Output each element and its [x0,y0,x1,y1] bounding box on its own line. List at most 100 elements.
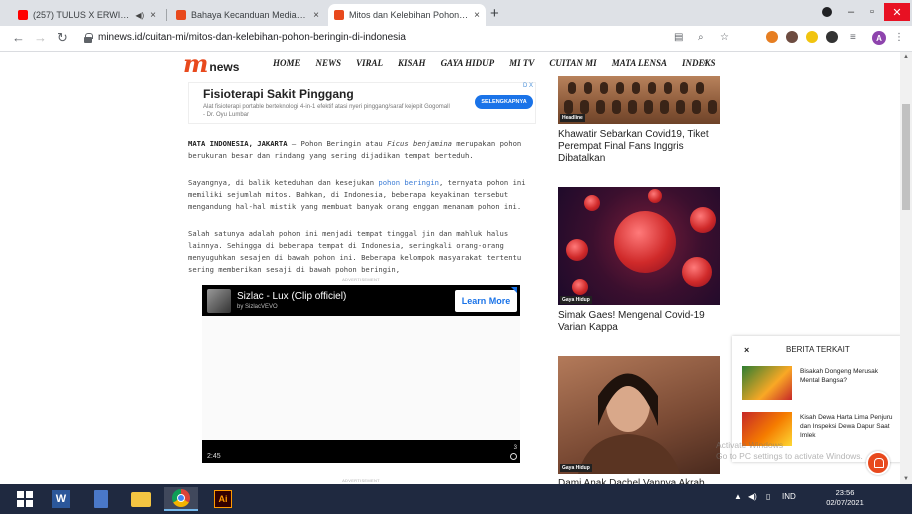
tab-close-icon[interactable]: × [150,10,156,21]
news-card-image[interactable]: Gaya Hidup [558,187,720,305]
scroll-up-icon[interactable]: ▲ [903,54,909,60]
browser-tab-youtube[interactable]: (257) TULUS X ERWIN GUTA ◀) × [12,4,162,26]
advertisement-label: ADVERTISEMENT [342,478,380,483]
start-button[interactable] [8,487,42,511]
bookmark-star-icon[interactable]: ☆ [720,32,729,43]
tray-arrow-icon[interactable]: ▲ [734,492,742,501]
extension-puzzle-icon[interactable] [826,31,838,43]
tab-title: (257) TULUS X ERWIN GUTA [33,10,131,20]
back-arrow-icon[interactable]: ← [12,30,25,45]
ad-banner[interactable]: Fisioterapi Sakit Pinggang Alat fisioter… [188,82,536,124]
ad-title[interactable]: Fisioterapi Sakit Pinggang [203,87,354,101]
maximize-button[interactable]: ▫ [862,3,882,21]
translate-icon[interactable]: ▤ [674,32,683,43]
nav-mata-lensa[interactable]: MATA LENSA [612,58,667,68]
browser-tab-bahaya[interactable]: Bahaya Kecanduan Media Sosial × [170,4,325,26]
close-icon[interactable]: × [744,345,749,355]
extension-icon[interactable] [786,31,798,43]
taskbar-file[interactable] [84,487,118,511]
info-icon[interactable] [510,453,517,460]
nav-news[interactable]: NEWS [316,58,342,68]
related-item-title[interactable]: Kisah Dewa Harta Lima Penjuru dan Inspek… [800,413,896,440]
windows-taskbar: W Ai ▲ ◀) ▯ IND 23:56 02/07/2021 [0,484,912,514]
nav-viral[interactable]: VIRAL [356,58,383,68]
battery-icon[interactable]: ▯ [766,492,770,501]
adchoices-icon[interactable]: D X [523,83,533,89]
category-tag[interactable]: Gaya Hidup [560,464,592,472]
ad-cta-button[interactable]: SELENGKAPNYA [475,95,533,109]
close-window-button[interactable]: ✕ [884,3,910,21]
article-paragraph: Sayangnya, di balik keteduhan dan keseju… [188,178,526,211]
browser-tab-strip: (257) TULUS X ERWIN GUTA ◀) × Bahaya Kec… [0,0,912,26]
reload-icon[interactable]: ↻ [57,30,68,46]
volume-icon[interactable]: ◀) [748,492,757,501]
extension-icon[interactable] [766,31,778,43]
ad-count: 3 [513,445,517,451]
page-scrollbar[interactable]: ▲ ▼ [900,52,912,484]
nav-mi-tv[interactable]: MI TV [509,58,534,68]
system-clock[interactable]: 23:56 02/07/2021 [820,488,870,508]
scientific-name: Ficus benjamina [387,139,452,148]
language-indicator[interactable]: IND [782,492,796,501]
scroll-down-icon[interactable]: ▼ [903,476,909,482]
advertisement-label: ADVERTISEMENT [342,277,380,282]
tab-title: Mitos dan Kelebihan Pohon Berin [349,10,468,20]
extension-icon[interactable] [806,31,818,43]
minews-favicon-icon [176,10,186,20]
article-link[interactable]: pohon beringin [378,178,439,187]
chrome-icon [172,489,190,507]
minews-favicon-icon [334,10,344,20]
news-card-image[interactable]: Headline [558,76,720,124]
new-tab-button[interactable]: + [490,5,499,22]
reading-list-icon[interactable]: ≡ [850,32,856,43]
video-timer: 2:45 [207,453,221,460]
minews-logo[interactable]: m news [183,52,239,76]
taskbar-illustrator[interactable]: Ai [206,487,240,511]
browser-tab-mitos[interactable]: Mitos dan Kelebihan Pohon Berin × [328,4,486,26]
video-channel: by SizlacVEVO [237,304,278,310]
profile-avatar[interactable]: A [872,31,886,45]
scrollbar-thumb[interactable] [902,104,910,210]
news-card-image[interactable]: Gaya Hidup [558,356,720,474]
adchoices-icon[interactable] [511,287,517,293]
news-card-title[interactable]: Khawatir Sebarkan Covid19, Tiket Perempa… [558,129,723,165]
taskbar-chrome[interactable] [164,487,198,511]
learn-more-button[interactable]: Learn More [455,290,517,312]
video-player[interactable]: Sizlac - Lux (Clip officiel) by SizlacVE… [202,285,520,463]
forward-arrow-icon[interactable]: → [34,30,47,45]
category-tag[interactable]: Headline [560,114,585,122]
notification-bell-icon[interactable] [866,451,890,475]
profile-indicator-icon[interactable] [822,7,832,17]
news-card-title[interactable]: Simak Gaes! Mengenal Covid-19 Varian Kap… [558,310,723,334]
nav-indeks[interactable]: INDEKS [682,58,716,68]
activate-windows-watermark: Activate Windows Go to PC settings to ac… [716,440,863,461]
video-screen[interactable] [202,316,520,440]
search-icon[interactable]: ⌕ [703,56,709,69]
dateline: MATA INDONESIA, JAKARTA [188,139,288,148]
nav-gaya-hidup[interactable]: GAYA HIDUP [441,58,495,68]
nav-cuitan-mi[interactable]: CUITAN MI [549,58,596,68]
video-title[interactable]: Sizlac - Lux (Clip officiel) [237,291,346,302]
related-thumbnail[interactable] [742,366,792,400]
zoom-icon[interactable]: ⌕ [698,32,704,43]
tab-close-icon[interactable]: × [474,10,480,21]
related-item-title[interactable]: Bisakah Dongeng Merusak Mental Bangsa? [800,367,896,385]
channel-avatar[interactable] [207,289,231,313]
menu-kebab-icon[interactable]: ⋮ [894,32,904,43]
category-tag[interactable]: Gaya Hidup [560,296,592,304]
speaker-icon[interactable]: ◀) [135,11,144,20]
document-icon [94,490,108,508]
url-text[interactable]: minews.id/cuitan-mi/mitos-dan-kelebihan-… [98,32,406,43]
tab-close-icon[interactable]: × [313,10,319,21]
address-bar[interactable]: minews.id/cuitan-mi/mitos-dan-kelebihan-… [78,29,748,49]
virus-illustration [614,211,676,273]
taskbar-word[interactable]: W [44,487,78,511]
article-paragraph: Salah satunya adalah pohon ini menjadi t… [188,229,522,274]
nav-home[interactable]: HOME [273,58,301,68]
minimize-button[interactable]: – [840,3,862,21]
taskbar-explorer[interactable] [124,487,158,511]
ad-description: Alat fisioterapi portable berteknologi 4… [203,104,450,118]
nav-kisah[interactable]: KISAH [398,58,426,68]
lock-icon[interactable] [84,33,93,43]
browser-toolbar: ← → ↻ minews.id/cuitan-mi/mitos-dan-kele… [0,26,912,52]
